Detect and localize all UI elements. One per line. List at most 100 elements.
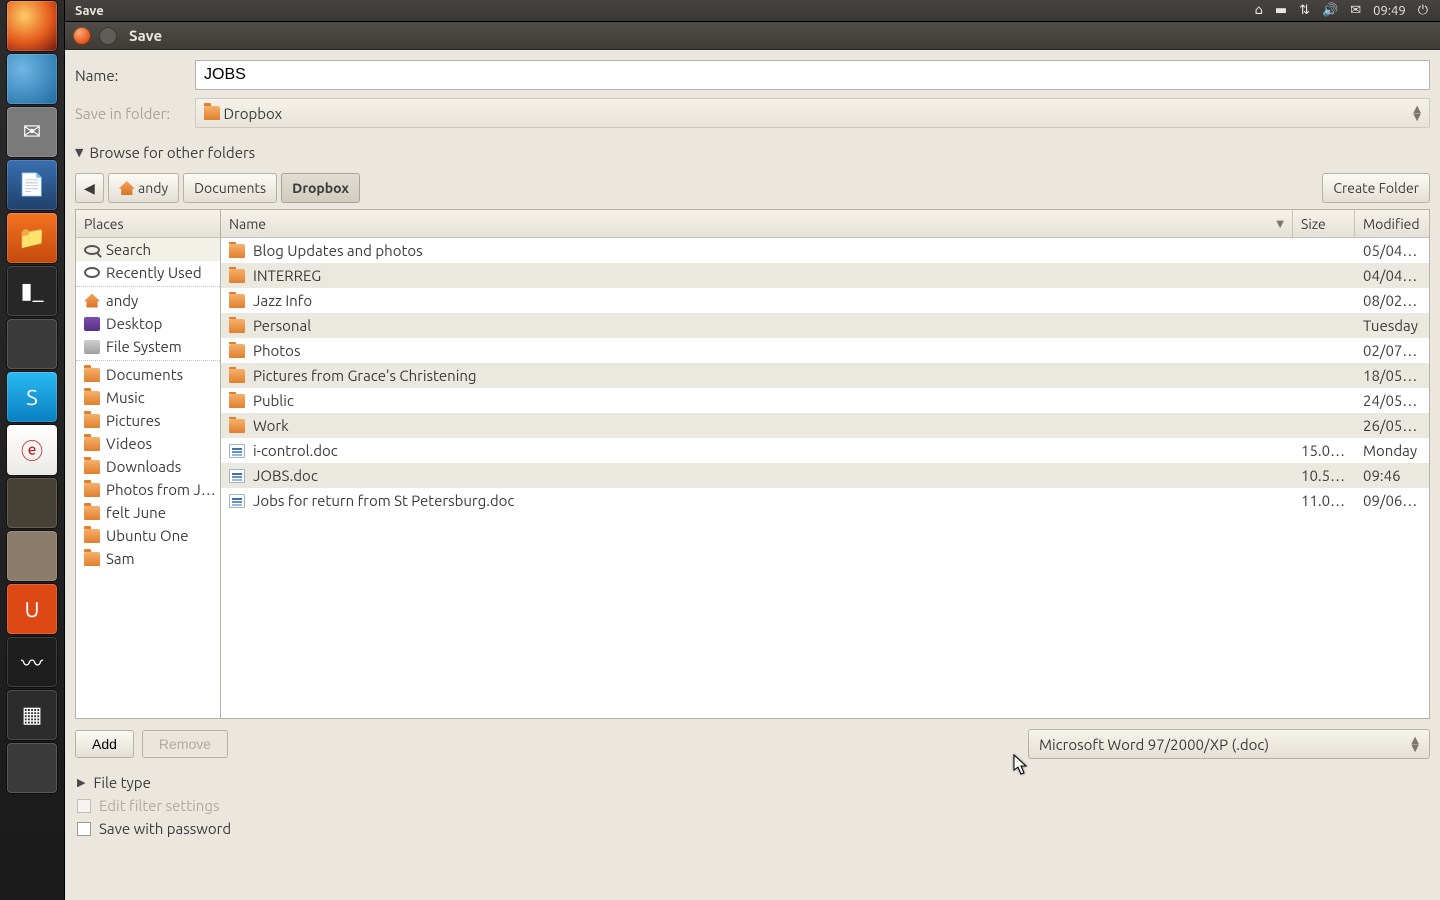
doc-icon	[229, 469, 245, 483]
places-sam[interactable]: Sam	[76, 547, 220, 570]
window-close-icon[interactable]	[73, 27, 91, 45]
places-videos[interactable]: Videos	[76, 432, 220, 455]
path-segment-documents[interactable]: Documents	[183, 173, 277, 203]
folder-icon	[84, 368, 100, 382]
file-row[interactable]: Public24/05/11	[221, 388, 1429, 413]
places-documents[interactable]: Documents	[76, 363, 220, 386]
chevron-updown-icon: ▲▼	[1411, 736, 1419, 752]
launcher-writer[interactable]: 📄	[7, 160, 57, 210]
file-list: Blog Updates and photos05/04/11 INTERREG…	[221, 238, 1429, 718]
places-felt-june[interactable]: felt June	[76, 501, 220, 524]
triangle-down-icon: ▼	[75, 146, 83, 159]
places-desktop[interactable]: Desktop	[76, 312, 220, 335]
dropbox-icon[interactable]: ⌂	[1249, 3, 1269, 18]
network-icon[interactable]: ⇅	[1293, 3, 1316, 18]
edit-filter-settings: Edit filter settings	[75, 794, 1430, 817]
browse-expander[interactable]: ▼ Browse for other folders	[75, 144, 1430, 161]
clock-icon	[84, 267, 100, 278]
places-home[interactable]: andy	[76, 289, 220, 312]
launcher-app-blue[interactable]	[7, 54, 57, 104]
path-segment-dropbox[interactable]: Dropbox	[281, 173, 360, 203]
folder-icon	[84, 506, 100, 520]
column-modified[interactable]: Modified	[1355, 210, 1429, 237]
launcher-skype[interactable]: S	[7, 372, 57, 422]
places-downloads[interactable]: Downloads	[76, 455, 220, 478]
battery-icon[interactable]: ▬	[1269, 3, 1293, 18]
launcher-terminal[interactable]: ▮_	[7, 266, 57, 316]
triangle-right-icon: ▶	[77, 776, 85, 789]
unity-launcher: ✉ 📄 📁 ▮_ S ⓔ U 〰 ▦	[0, 0, 65, 900]
column-size[interactable]: Size	[1293, 210, 1355, 237]
file-row[interactable]: Jazz Info08/02/11	[221, 288, 1429, 313]
launcher-monitor[interactable]: 〰	[7, 637, 57, 687]
name-label: Name:	[75, 67, 185, 84]
volume-icon[interactable]: 🔊	[1316, 3, 1344, 18]
column-name[interactable]: Name▼	[221, 210, 1293, 237]
places-header: Places	[76, 210, 220, 238]
top-panel: Save ⌂ ▬ ⇅ 🔊 ✉ 09:49 ⏻	[65, 0, 1440, 22]
folder-icon	[84, 414, 100, 428]
file-row[interactable]: JOBS.doc10.5 KB09:46	[221, 463, 1429, 488]
doc-icon	[229, 494, 245, 508]
power-icon[interactable]: ⏻	[1412, 3, 1434, 18]
file-row[interactable]: Jobs for return from St Petersburg.doc11…	[221, 488, 1429, 513]
places-list: Search Recently Used andy Desktop File S…	[76, 238, 220, 718]
file-row[interactable]: INTERREG04/04/11	[221, 263, 1429, 288]
checkbox-icon	[77, 799, 91, 813]
folder-icon	[229, 244, 245, 258]
file-row[interactable]: Blog Updates and photos05/04/11	[221, 238, 1429, 263]
save-dialog: Name: Save in folder: Dropbox ▲▼ ▼ Brows…	[65, 50, 1440, 900]
create-folder-button[interactable]: Create Folder	[1322, 173, 1430, 203]
file-row[interactable]: Pictures from Grace's Christening18/05/1…	[221, 363, 1429, 388]
places-photos-from-j[interactable]: Photos from J…	[76, 478, 220, 501]
places-recent[interactable]: Recently Used	[76, 261, 220, 284]
folder-icon	[229, 269, 245, 283]
places-ubuntu-one[interactable]: Ubuntu One	[76, 524, 220, 547]
places-music[interactable]: Music	[76, 386, 220, 409]
file-row[interactable]: i-control.doc15.0 KBMonday	[221, 438, 1429, 463]
window-titlebar: Save	[65, 22, 1440, 50]
launcher-brown[interactable]	[7, 478, 57, 528]
file-row[interactable]: Work26/05/11	[221, 413, 1429, 438]
chevron-updown-icon: ▲▼	[1413, 105, 1421, 121]
folder-icon	[84, 391, 100, 405]
file-type-value: Microsoft Word 97/2000/XP (.doc)	[1039, 736, 1269, 753]
places-pictures[interactable]: Pictures	[76, 409, 220, 432]
places-filesystem[interactable]: File System	[76, 335, 220, 358]
add-button[interactable]: Add	[75, 730, 134, 758]
sort-indicator-icon: ▼	[1276, 218, 1284, 230]
clock[interactable]: 09:49	[1367, 4, 1412, 18]
file-row[interactable]: Photos02/07/10	[221, 338, 1429, 363]
launcher-mail[interactable]: ✉	[7, 107, 57, 157]
folder-icon	[229, 369, 245, 383]
launcher-workspaces[interactable]: ▦	[7, 690, 57, 740]
window-title: Save	[125, 27, 162, 44]
folder-icon	[229, 344, 245, 358]
launcher-red-swirl[interactable]: ⓔ	[7, 425, 57, 475]
save-in-folder-dropdown[interactable]: Dropbox ▲▼	[195, 98, 1430, 128]
launcher-firefox[interactable]	[7, 1, 57, 51]
mail-icon[interactable]: ✉	[1344, 3, 1367, 18]
window-minimize-icon[interactable]	[99, 27, 117, 45]
panel-app-title: Save	[71, 4, 104, 18]
search-icon	[84, 245, 100, 255]
file-type-dropdown[interactable]: Microsoft Word 97/2000/XP (.doc) ▲▼	[1028, 729, 1430, 759]
path-back-button[interactable]: ◀	[75, 173, 104, 203]
launcher-update[interactable]	[7, 531, 57, 581]
launcher-app-suit[interactable]	[7, 319, 57, 369]
launcher-extra[interactable]	[7, 743, 57, 793]
home-icon	[119, 181, 135, 195]
save-in-folder-value: Dropbox	[223, 105, 282, 122]
name-input[interactable]	[195, 60, 1430, 90]
places-search[interactable]: Search	[76, 238, 220, 261]
remove-button[interactable]: Remove	[142, 730, 228, 758]
home-icon	[84, 294, 100, 308]
doc-icon	[229, 444, 245, 458]
launcher-ubuntu-one[interactable]: U	[7, 584, 57, 634]
save-with-password[interactable]: Save with password	[75, 817, 1430, 840]
file-row[interactable]: PersonalTuesday	[221, 313, 1429, 338]
folder-icon	[84, 483, 100, 497]
file-type-expander[interactable]: ▶File type	[75, 771, 1430, 794]
launcher-files[interactable]: 📁	[7, 213, 57, 263]
path-segment-home[interactable]: andy	[108, 173, 179, 203]
